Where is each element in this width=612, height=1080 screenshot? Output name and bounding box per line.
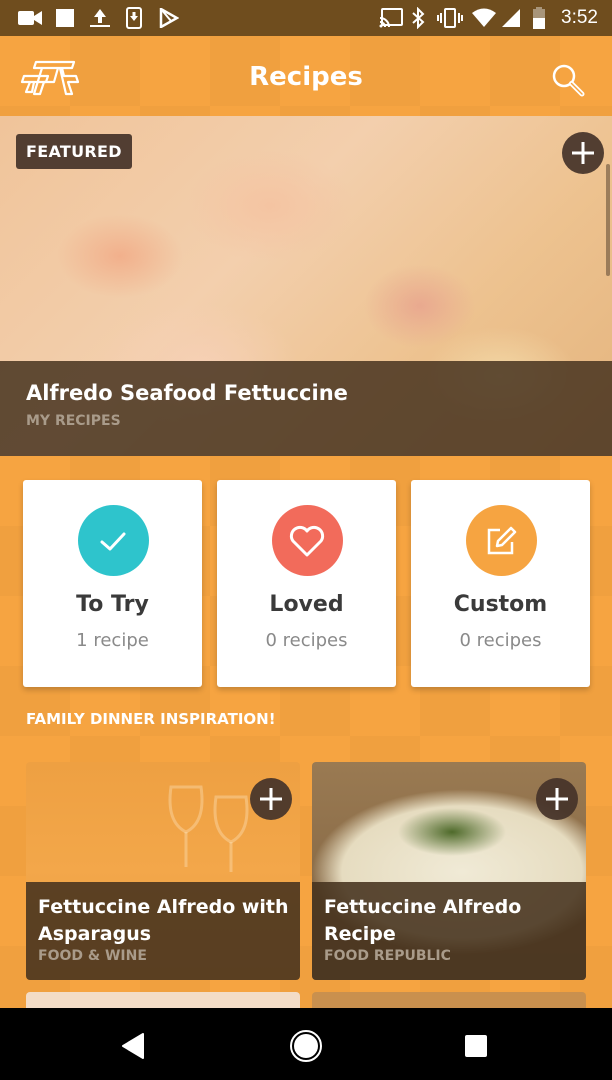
- collection-label: Loved: [269, 592, 344, 617]
- heart-icon: [271, 505, 343, 576]
- scrollbar[interactable]: [606, 164, 610, 276]
- recipe-caption: Fettuccine Alfredo Recipe FOOD REPUBLIC: [312, 882, 586, 980]
- recipe-tile-partial[interactable]: [26, 992, 300, 1008]
- recipe-tile[interactable]: Fettuccine Alfredo with Asparagus FOOD &…: [26, 762, 300, 980]
- collections: To Try 1 recipe Loved 0 recipes Custom 0…: [23, 480, 591, 687]
- search-icon[interactable]: [550, 62, 586, 98]
- section-title: FAMILY DINNER INSPIRATION!: [26, 710, 276, 728]
- battery-icon: [532, 7, 546, 29]
- collection-count: 1 recipe: [76, 630, 149, 651]
- cast-icon: [378, 8, 404, 28]
- upload-icon: [88, 8, 112, 28]
- download-icon: [124, 7, 144, 29]
- recipe-tile[interactable]: Fettuccine Alfredo Recipe FOOD REPUBLIC: [312, 762, 586, 980]
- app-bar: Recipes: [0, 36, 612, 116]
- recipe-title: Fettuccine Alfredo with Asparagus: [38, 896, 289, 945]
- page-title: Recipes: [249, 62, 363, 92]
- recipe-tile-partial[interactable]: [312, 992, 586, 1008]
- collection-label: To Try: [76, 592, 149, 617]
- collection-count: 0 recipes: [459, 630, 542, 651]
- recipe-title: Fettuccine Alfredo Recipe: [324, 896, 522, 945]
- featured-badge: FEATURED: [16, 134, 132, 169]
- system-nav-bar: [0, 1008, 612, 1080]
- signal-icon: [500, 8, 522, 28]
- collection-count: 0 recipes: [265, 630, 348, 651]
- clock: 3:52: [561, 7, 598, 28]
- add-featured-button[interactable]: [562, 132, 604, 174]
- featured-caption: Alfredo Seafood Fettuccine MY RECIPES: [0, 361, 612, 456]
- featured-title: Alfredo Seafood Fettuccine: [26, 381, 348, 405]
- edit-icon: [465, 505, 537, 576]
- status-bar: 3:52: [0, 0, 612, 36]
- add-recipe-button[interactable]: [536, 778, 578, 820]
- play-store-icon: [158, 8, 180, 28]
- add-recipe-button[interactable]: [250, 778, 292, 820]
- recipe-source: FOOD REPUBLIC: [324, 948, 451, 964]
- featured-source: MY RECIPES: [26, 413, 121, 429]
- recipe-caption: Fettuccine Alfredo with Asparagus FOOD &…: [26, 882, 300, 980]
- collection-label: Custom: [453, 592, 548, 617]
- back-icon[interactable]: [116, 1028, 152, 1064]
- collection-loved[interactable]: Loved 0 recipes: [217, 480, 396, 687]
- recents-icon[interactable]: [458, 1028, 494, 1064]
- vibrate-icon: [436, 8, 464, 28]
- wifi-icon: [470, 8, 498, 28]
- collection-custom[interactable]: Custom 0 recipes: [411, 480, 590, 687]
- collection-to-try[interactable]: To Try 1 recipe: [23, 480, 202, 687]
- bluetooth-icon: [410, 7, 426, 29]
- featured-recipe-card[interactable]: FEATURED Alfredo Seafood Fettuccine MY R…: [0, 116, 612, 456]
- home-icon[interactable]: [288, 1028, 324, 1064]
- video-icon: [16, 8, 44, 28]
- square-icon: [54, 8, 76, 28]
- recipes-screen: Recipes FEATURED Alfredo Seafood Fettucc…: [0, 36, 612, 1008]
- recipe-source: FOOD & WINE: [38, 948, 147, 964]
- check-icon: [77, 505, 149, 576]
